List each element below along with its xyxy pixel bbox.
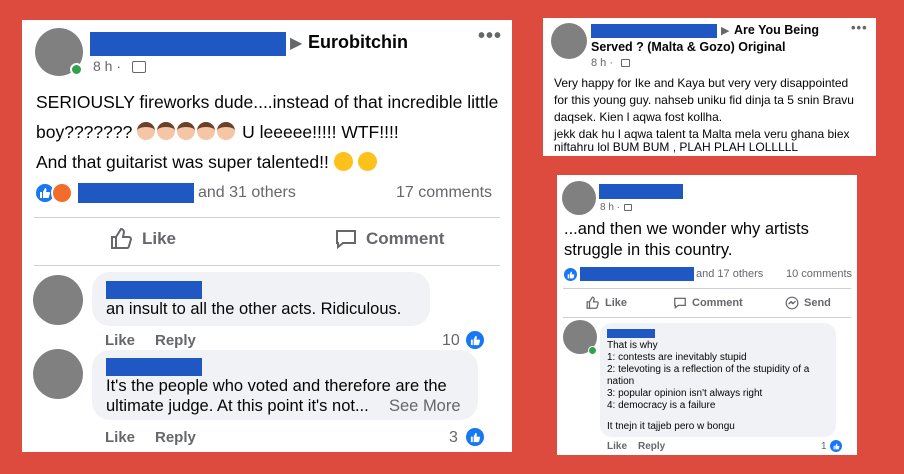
comments-count[interactable]: 10 comments	[786, 268, 852, 280]
commenter-name-redacted	[607, 329, 655, 338]
comment-like-count: 10	[442, 332, 460, 349]
post-text-line: Very happy for Ike and Kaya but very ver…	[554, 76, 849, 90]
post-text-line: jekk dak hu l aqwa talent ta Malta mela …	[554, 127, 850, 141]
author-name-redacted	[90, 32, 286, 56]
comment-like-count: 3	[449, 429, 458, 446]
author-avatar[interactable]	[551, 23, 587, 59]
comment-bubble-icon	[674, 297, 686, 310]
post-text-line3: And that guitarist was super talented!!	[36, 152, 329, 172]
author-name-redacted	[591, 24, 717, 38]
post-card-artists: 8 h · ...and then we wonder why artists …	[557, 175, 857, 455]
commenter-avatar[interactable]	[33, 349, 83, 399]
more-options-icon[interactable]: •••	[478, 25, 502, 48]
divider	[34, 265, 500, 266]
comment-line: 2: televoting is a reflection of the stu…	[607, 364, 810, 375]
comment-like-count: 1	[821, 441, 827, 452]
comment-reply-button[interactable]: Reply	[155, 429, 196, 446]
comment-text-line1: It's the people who voted and therefore …	[106, 377, 447, 395]
divider	[34, 217, 500, 218]
arrow-right-icon: ▶	[721, 25, 730, 37]
post-card-are-you-being-served: ▶ Are You Being Served ? (Malta & Gozo) …	[543, 18, 876, 156]
like-label: Like	[142, 229, 177, 248]
post-text-line1: ...and then we wonder why artists	[564, 220, 809, 238]
comment-text: an insult to all the other acts. Ridicul…	[106, 300, 402, 318]
comment-label: Comment	[692, 297, 743, 309]
post-text-tail: U leeeee!!!!! WTF!!!!	[242, 122, 399, 142]
divider	[563, 317, 851, 318]
online-indicator-icon	[70, 63, 83, 76]
group-name-line2[interactable]: Served ? (Malta & Gozo) Original	[591, 40, 785, 54]
comment-line: 4: democracy is a failure	[607, 400, 716, 411]
comment-line: 1: contests are inevitably stupid	[607, 352, 747, 363]
author-avatar[interactable]	[562, 181, 596, 215]
like-label: Like	[605, 297, 628, 309]
post-text-line: for this young guy. nahseb uniku fid din…	[554, 93, 854, 107]
post-time[interactable]: 8 h ·	[93, 58, 121, 74]
audience-icon	[621, 59, 630, 67]
like-button[interactable]: Like	[586, 296, 627, 310]
post-time[interactable]: 8 h ·	[591, 57, 613, 69]
like-button[interactable]: Like	[110, 227, 176, 251]
comment-line: nation	[607, 376, 635, 387]
post-text-line2: struggle in this country.	[564, 241, 733, 259]
post-time[interactable]: 8 h ·	[600, 202, 620, 213]
comment-text-line2: ultimate judge. At this point it's not..…	[106, 397, 369, 415]
messenger-icon	[785, 296, 799, 310]
group-name-link[interactable]: Eurobitchin	[308, 32, 408, 53]
reactions-count[interactable]: and 31 others	[198, 184, 296, 202]
like-badge-icon	[464, 329, 486, 351]
group-name-line1[interactable]: Are You Being	[734, 23, 819, 37]
comment-label: Comment	[366, 229, 445, 248]
thumbs-up-icon	[586, 296, 599, 309]
comment-like-button[interactable]: Like	[607, 441, 627, 452]
eye-roll-emoji-icon	[333, 152, 377, 172]
reactors-redacted	[580, 267, 694, 281]
comment-bubble-icon	[336, 230, 356, 250]
commenter-name-redacted	[106, 358, 202, 376]
woman-emoji-icon	[137, 122, 237, 142]
divider	[563, 288, 851, 289]
more-options-icon[interactable]: •••	[851, 20, 868, 35]
comment-like-button[interactable]: Like	[105, 332, 135, 349]
post-text-line: niftahru lol BUM BUM , PLAH PLAH LOLLLLL	[554, 140, 799, 154]
reactors-redacted	[78, 183, 194, 203]
reactions-count[interactable]: and 17 others	[696, 268, 763, 280]
comment-line: It tnejn it tajjeb pero w bongu	[607, 421, 735, 432]
angry-reaction-icon	[51, 182, 73, 204]
post-card-eurobitchin: ▶ Eurobitchin ••• 8 h · SERIOUSLY firewo…	[22, 20, 512, 452]
like-badge-icon	[829, 439, 843, 453]
like-reaction-icon[interactable]	[563, 267, 578, 282]
audience-icon	[132, 61, 146, 73]
comment-line: 3: popular opinion isn't always right	[607, 388, 763, 399]
post-text: SERIOUSLY fireworks dude....instead of t…	[36, 87, 506, 177]
commenter-avatar[interactable]	[33, 275, 83, 325]
audience-icon	[624, 204, 632, 211]
comment-reply-button[interactable]: Reply	[638, 441, 665, 452]
comment-like-button[interactable]: Like	[105, 429, 135, 446]
arrow-right-icon: ▶	[290, 35, 303, 52]
like-badge-icon	[464, 426, 486, 448]
comment-reply-button[interactable]: Reply	[155, 332, 196, 349]
reaction-icons[interactable]	[34, 182, 73, 204]
see-more-link[interactable]: See More	[389, 397, 461, 416]
author-name-redacted	[599, 184, 683, 199]
send-label: Send	[804, 297, 831, 309]
send-button[interactable]: Send	[785, 296, 831, 310]
comment-button[interactable]: Comment	[334, 227, 444, 251]
comment-button[interactable]: Comment	[673, 296, 743, 310]
post-text-line: daqsek. Kien l aqwa fost kollha.	[554, 110, 723, 124]
commenter-name-redacted	[106, 281, 202, 299]
comment-line: That is why	[607, 340, 658, 351]
thumbs-up-icon	[111, 227, 133, 249]
online-indicator-icon	[588, 346, 597, 355]
comments-count[interactable]: 17 comments	[396, 184, 492, 202]
